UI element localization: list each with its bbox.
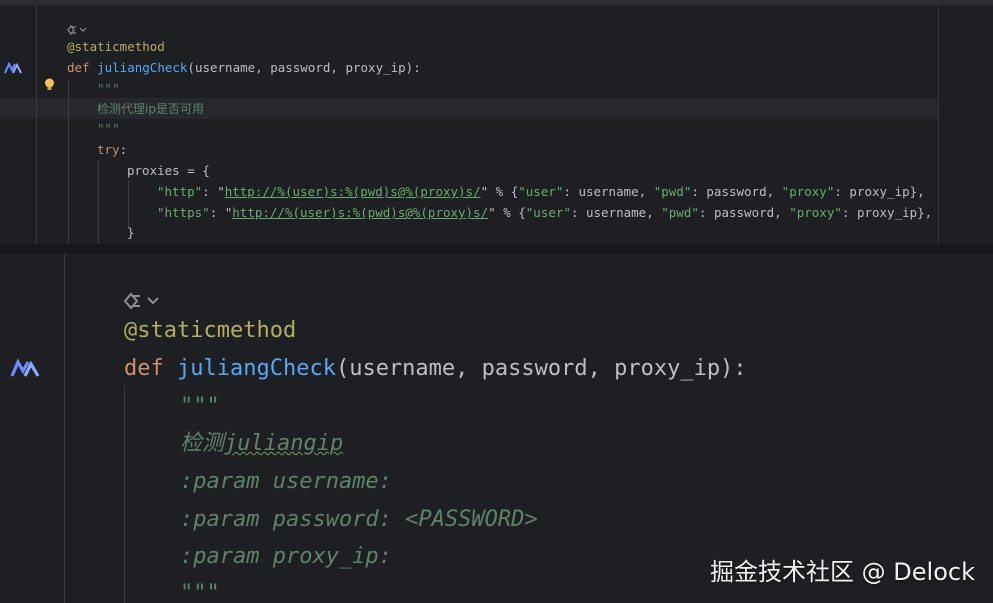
panel-separator (0, 244, 993, 254)
code-line-proxies: proxies = { (127, 163, 210, 178)
top-editor-panel: @staticmethod def juliangCheck(username,… (0, 0, 993, 246)
top-right-strip (938, 5, 993, 246)
colon-quote: : " (202, 184, 225, 199)
string-pwd-key: "pwd" (661, 205, 699, 220)
code-line-def: def juliangCheck(username, password, pro… (124, 352, 747, 386)
docstring-param-proxy-ip: :param proxy_ip: (180, 544, 392, 569)
docstring-open: """ (97, 81, 120, 96)
function-params: (username, password, proxy_ip): (187, 60, 421, 75)
text-password: : password, (698, 205, 790, 220)
typo-word[interactable]: juliangip (224, 431, 343, 456)
string-http-key: "http" (157, 184, 203, 199)
keyword-def: def (124, 356, 164, 381)
gutter-divider (36, 5, 37, 246)
indent-guide (68, 80, 69, 246)
code-line-http: "http": "http://%(user)s:%(pwd)s@%(proxy… (157, 182, 925, 202)
ai-assistant-icon[interactable] (10, 358, 40, 378)
format-op: " % { (488, 205, 526, 220)
ai-inlay-icon[interactable] (122, 290, 162, 312)
text-username: : username, (563, 184, 654, 199)
string-pwd-key: "pwd" (653, 184, 692, 199)
colon-quote: : " (209, 205, 233, 220)
ai-inlay-icon[interactable] (66, 24, 88, 36)
function-name: juliangCheck (97, 60, 188, 75)
try-colon: : (119, 142, 128, 157)
keyword-try: try (97, 142, 120, 157)
code-line-decorator: @staticmethod (124, 318, 297, 343)
watermark: 掘金技术社区 @ Delock (710, 558, 975, 586)
ai-assistant-icon[interactable] (4, 62, 22, 74)
bottom-editor-panel: @staticmethod def juliangCheck(username,… (0, 254, 955, 603)
code-line-https: "https": "http://%(user)s:%(pwd)s@%(prox… (157, 203, 932, 223)
docstring-param-password: :param password: <PASSWORD> (180, 507, 538, 532)
code-line-try: try: (97, 140, 127, 160)
url-link[interactable]: http://%(user)s:%(pwd)s@%(proxy)s/ (225, 184, 481, 199)
code-line-decorator: @staticmethod (67, 39, 165, 54)
docstring-text: 检测juliangip (180, 427, 343, 461)
string-user-key: "user" (518, 184, 564, 199)
top-edge (0, 0, 993, 5)
function-params: (username, password, proxy_ip): (335, 356, 747, 381)
docstring-param-username: :param username: (180, 469, 392, 494)
format-op: " % { (480, 184, 519, 199)
docstring-close: """ (97, 121, 120, 136)
indent-guide (124, 386, 125, 603)
docstring-prefix: 检测 (180, 431, 225, 456)
text-password: : password, (691, 184, 782, 199)
indent-guide (98, 160, 99, 246)
string-proxy-key: "proxy" (781, 184, 835, 199)
text-proxy-ip: : proxy_ip}, (834, 184, 925, 199)
docstring-open: """ (180, 394, 220, 419)
text-username: : username, (570, 205, 662, 220)
bottom-right-strip (955, 254, 993, 603)
function-name: juliangCheck (177, 356, 336, 381)
string-proxy-key: "proxy" (789, 205, 842, 220)
docstring-close: """ (180, 581, 220, 603)
string-https-key: "https" (157, 205, 210, 220)
url-link[interactable]: http://%(user)s:%(pwd)s@%(proxy)s/ (232, 205, 488, 220)
code-line-close-brace: } (127, 225, 135, 240)
keyword-def: def (67, 60, 90, 75)
indent-guide (128, 180, 129, 228)
gutter-divider (64, 254, 65, 603)
string-user-key: "user" (525, 205, 571, 220)
text-proxy-ip: : proxy_ip}, (841, 205, 933, 220)
docstring-text: 检测代理ip是否可用 (97, 102, 204, 116)
code-line-def: def juliangCheck(username, password, pro… (67, 58, 421, 78)
lightbulb-icon[interactable] (44, 78, 55, 92)
